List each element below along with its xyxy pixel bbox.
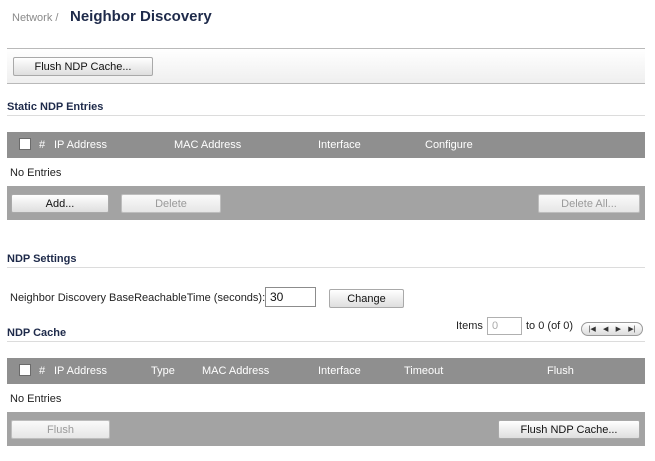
static-entries-empty: No Entries — [10, 167, 62, 179]
ndp-cache-empty: No Entries — [10, 393, 62, 405]
last-page-icon[interactable]: ▶| — [628, 326, 635, 333]
items-range: to 0 (of 0) — [526, 320, 574, 332]
select-all-static-checkbox[interactable] — [19, 138, 31, 150]
column-flush: Flush — [547, 365, 574, 377]
ndp-cache-table-header: # IP Address Type MAC Address Interface … — [7, 358, 645, 384]
static-entries-footer: Add... Delete Delete All... — [7, 186, 645, 220]
column-interface: Interface — [318, 365, 361, 377]
flush-button[interactable]: Flush — [11, 420, 110, 439]
next-page-icon[interactable]: ▶ — [616, 326, 621, 333]
add-button[interactable]: Add... — [11, 194, 109, 213]
column-timeout: Timeout — [404, 365, 444, 377]
flush-ndp-cache-bottom-button[interactable]: Flush NDP Cache... — [498, 420, 640, 439]
column-interface: Interface — [318, 139, 361, 151]
top-toolbar: Flush NDP Cache... — [7, 48, 645, 84]
section-divider — [7, 115, 645, 116]
column-ip-address: IP Address — [54, 139, 107, 151]
items-input[interactable] — [487, 317, 522, 335]
items-label: Items — [456, 320, 483, 332]
breadcrumb[interactable]: Network / — [12, 12, 58, 24]
static-entries-table-header: # IP Address MAC Address Interface Confi… — [7, 132, 645, 158]
section-divider — [7, 341, 645, 342]
column-mac-address: MAC Address — [174, 139, 242, 151]
column-type: Type — [151, 365, 175, 377]
delete-button[interactable]: Delete — [121, 194, 221, 213]
static-ndp-entries-title: Static NDP Entries — [7, 101, 104, 113]
change-button[interactable]: Change — [329, 289, 404, 308]
column-number: # — [39, 365, 46, 377]
first-page-icon[interactable]: |◀ — [589, 326, 596, 333]
section-divider — [7, 267, 645, 268]
column-mac-address: MAC Address — [202, 365, 270, 377]
prev-page-icon[interactable]: ◀ — [603, 326, 608, 333]
flush-ndp-cache-top-button[interactable]: Flush NDP Cache... — [13, 57, 153, 76]
select-all-cache-checkbox[interactable] — [19, 364, 31, 376]
column-ip-address: IP Address — [54, 365, 107, 377]
reachable-time-input[interactable] — [265, 287, 316, 307]
reachable-time-label: Neighbor Discovery BaseReachableTime (se… — [10, 292, 266, 304]
delete-all-button[interactable]: Delete All... — [538, 194, 640, 213]
ndp-cache-title: NDP Cache — [7, 327, 67, 339]
ndp-settings-title: NDP Settings — [7, 253, 77, 265]
pagination-controls: |◀ ◀ ▶ ▶| — [581, 322, 643, 336]
page-title: Neighbor Discovery — [70, 8, 212, 25]
column-number: # — [39, 139, 46, 151]
column-configure: Configure — [425, 139, 473, 151]
ndp-cache-footer: Flush Flush NDP Cache... — [7, 412, 645, 446]
